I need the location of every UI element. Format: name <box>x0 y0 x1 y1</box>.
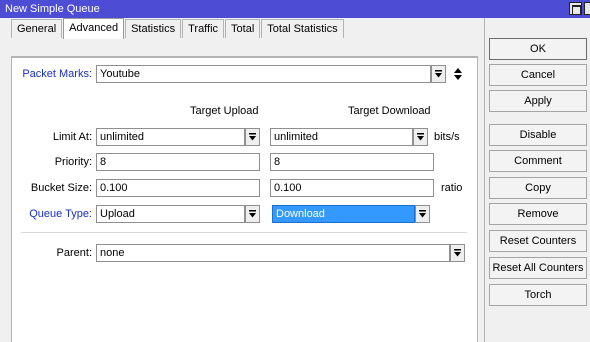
packet-marks-dropdown[interactable] <box>431 65 446 83</box>
tab-total-statistics[interactable]: Total Statistics <box>261 19 344 38</box>
bucket-size-upload-field[interactable]: 0.100 <box>96 179 260 197</box>
panel-divider <box>11 56 478 57</box>
add-remove-marks-icon[interactable] <box>453 67 463 81</box>
chevron-down-icon <box>417 133 424 141</box>
updown-arrows-icon <box>454 68 462 80</box>
tab-statistics[interactable]: Statistics <box>125 19 182 38</box>
queue-type-download-dropdown[interactable] <box>415 205 430 223</box>
torch-button[interactable]: Torch <box>489 284 587 306</box>
tab-total[interactable]: Total <box>225 19 261 38</box>
queue-type-upload-dropdown[interactable] <box>245 205 260 223</box>
parent-dropdown[interactable] <box>450 244 465 262</box>
title-bar: New Simple Queue <box>0 0 590 18</box>
copy-button[interactable]: Copy <box>489 177 587 199</box>
target-upload-header: Target Upload <box>190 105 259 117</box>
bucket-size-label: Bucket Size: <box>30 182 92 194</box>
priority-upload-field[interactable]: 8 <box>96 153 260 171</box>
limit-at-upload-dropdown[interactable] <box>245 128 260 146</box>
tab-general[interactable]: General <box>11 19 63 38</box>
target-download-header: Target Download <box>348 105 431 117</box>
limit-at-upload-field[interactable]: unlimited <box>96 128 245 146</box>
remove-button[interactable]: Remove <box>489 203 587 225</box>
chevron-down-icon <box>249 210 256 218</box>
chevron-down-icon <box>454 249 461 257</box>
tab-advanced[interactable]: Advanced <box>63 18 125 39</box>
priority-download-field[interactable]: 8 <box>270 153 434 171</box>
tab-traffic[interactable]: Traffic <box>182 19 225 38</box>
chevron-down-icon <box>419 210 426 218</box>
cancel-button[interactable]: Cancel <box>489 64 587 86</box>
limit-at-label: Limit At: <box>52 131 92 143</box>
bucket-size-unit: ratio <box>441 182 463 194</box>
reset-counters-button[interactable]: Reset Counters <box>489 230 587 252</box>
priority-label: Priority: <box>54 156 92 168</box>
parent-label: Parent: <box>56 247 92 259</box>
button-column-separator <box>484 18 485 342</box>
maximize-window-icon[interactable] <box>569 2 582 15</box>
advanced-tab-panel <box>11 57 478 342</box>
chevron-down-icon <box>435 70 442 78</box>
packet-marks-field[interactable]: Youtube <box>96 65 431 83</box>
apply-button[interactable]: Apply <box>489 90 587 112</box>
queue-type-label: Queue Type: <box>29 208 92 220</box>
packet-marks-label: Packet Marks: <box>22 68 92 80</box>
limit-at-download-field[interactable]: unlimited <box>270 128 413 146</box>
window-title: New Simple Queue <box>5 3 100 15</box>
limit-at-download-dropdown[interactable] <box>413 128 428 146</box>
section-divider <box>21 232 467 233</box>
reset-all-counters-button[interactable]: Reset All Counters <box>489 257 587 279</box>
parent-field[interactable]: none <box>96 244 450 262</box>
tab-bar: General Advanced Statistics Traffic Tota… <box>11 18 345 39</box>
disable-button[interactable]: Disable <box>489 124 587 146</box>
queue-type-download-field[interactable]: Download <box>272 205 415 223</box>
limit-at-unit: bits/s <box>434 131 460 143</box>
chevron-down-icon <box>249 133 256 141</box>
ok-button[interactable]: OK <box>489 38 587 60</box>
queue-type-upload-field[interactable]: Upload <box>96 205 245 223</box>
comment-button[interactable]: Comment <box>489 150 587 172</box>
bucket-size-download-field[interactable]: 0.100 <box>270 179 434 197</box>
close-window-icon[interactable] <box>584 2 590 15</box>
